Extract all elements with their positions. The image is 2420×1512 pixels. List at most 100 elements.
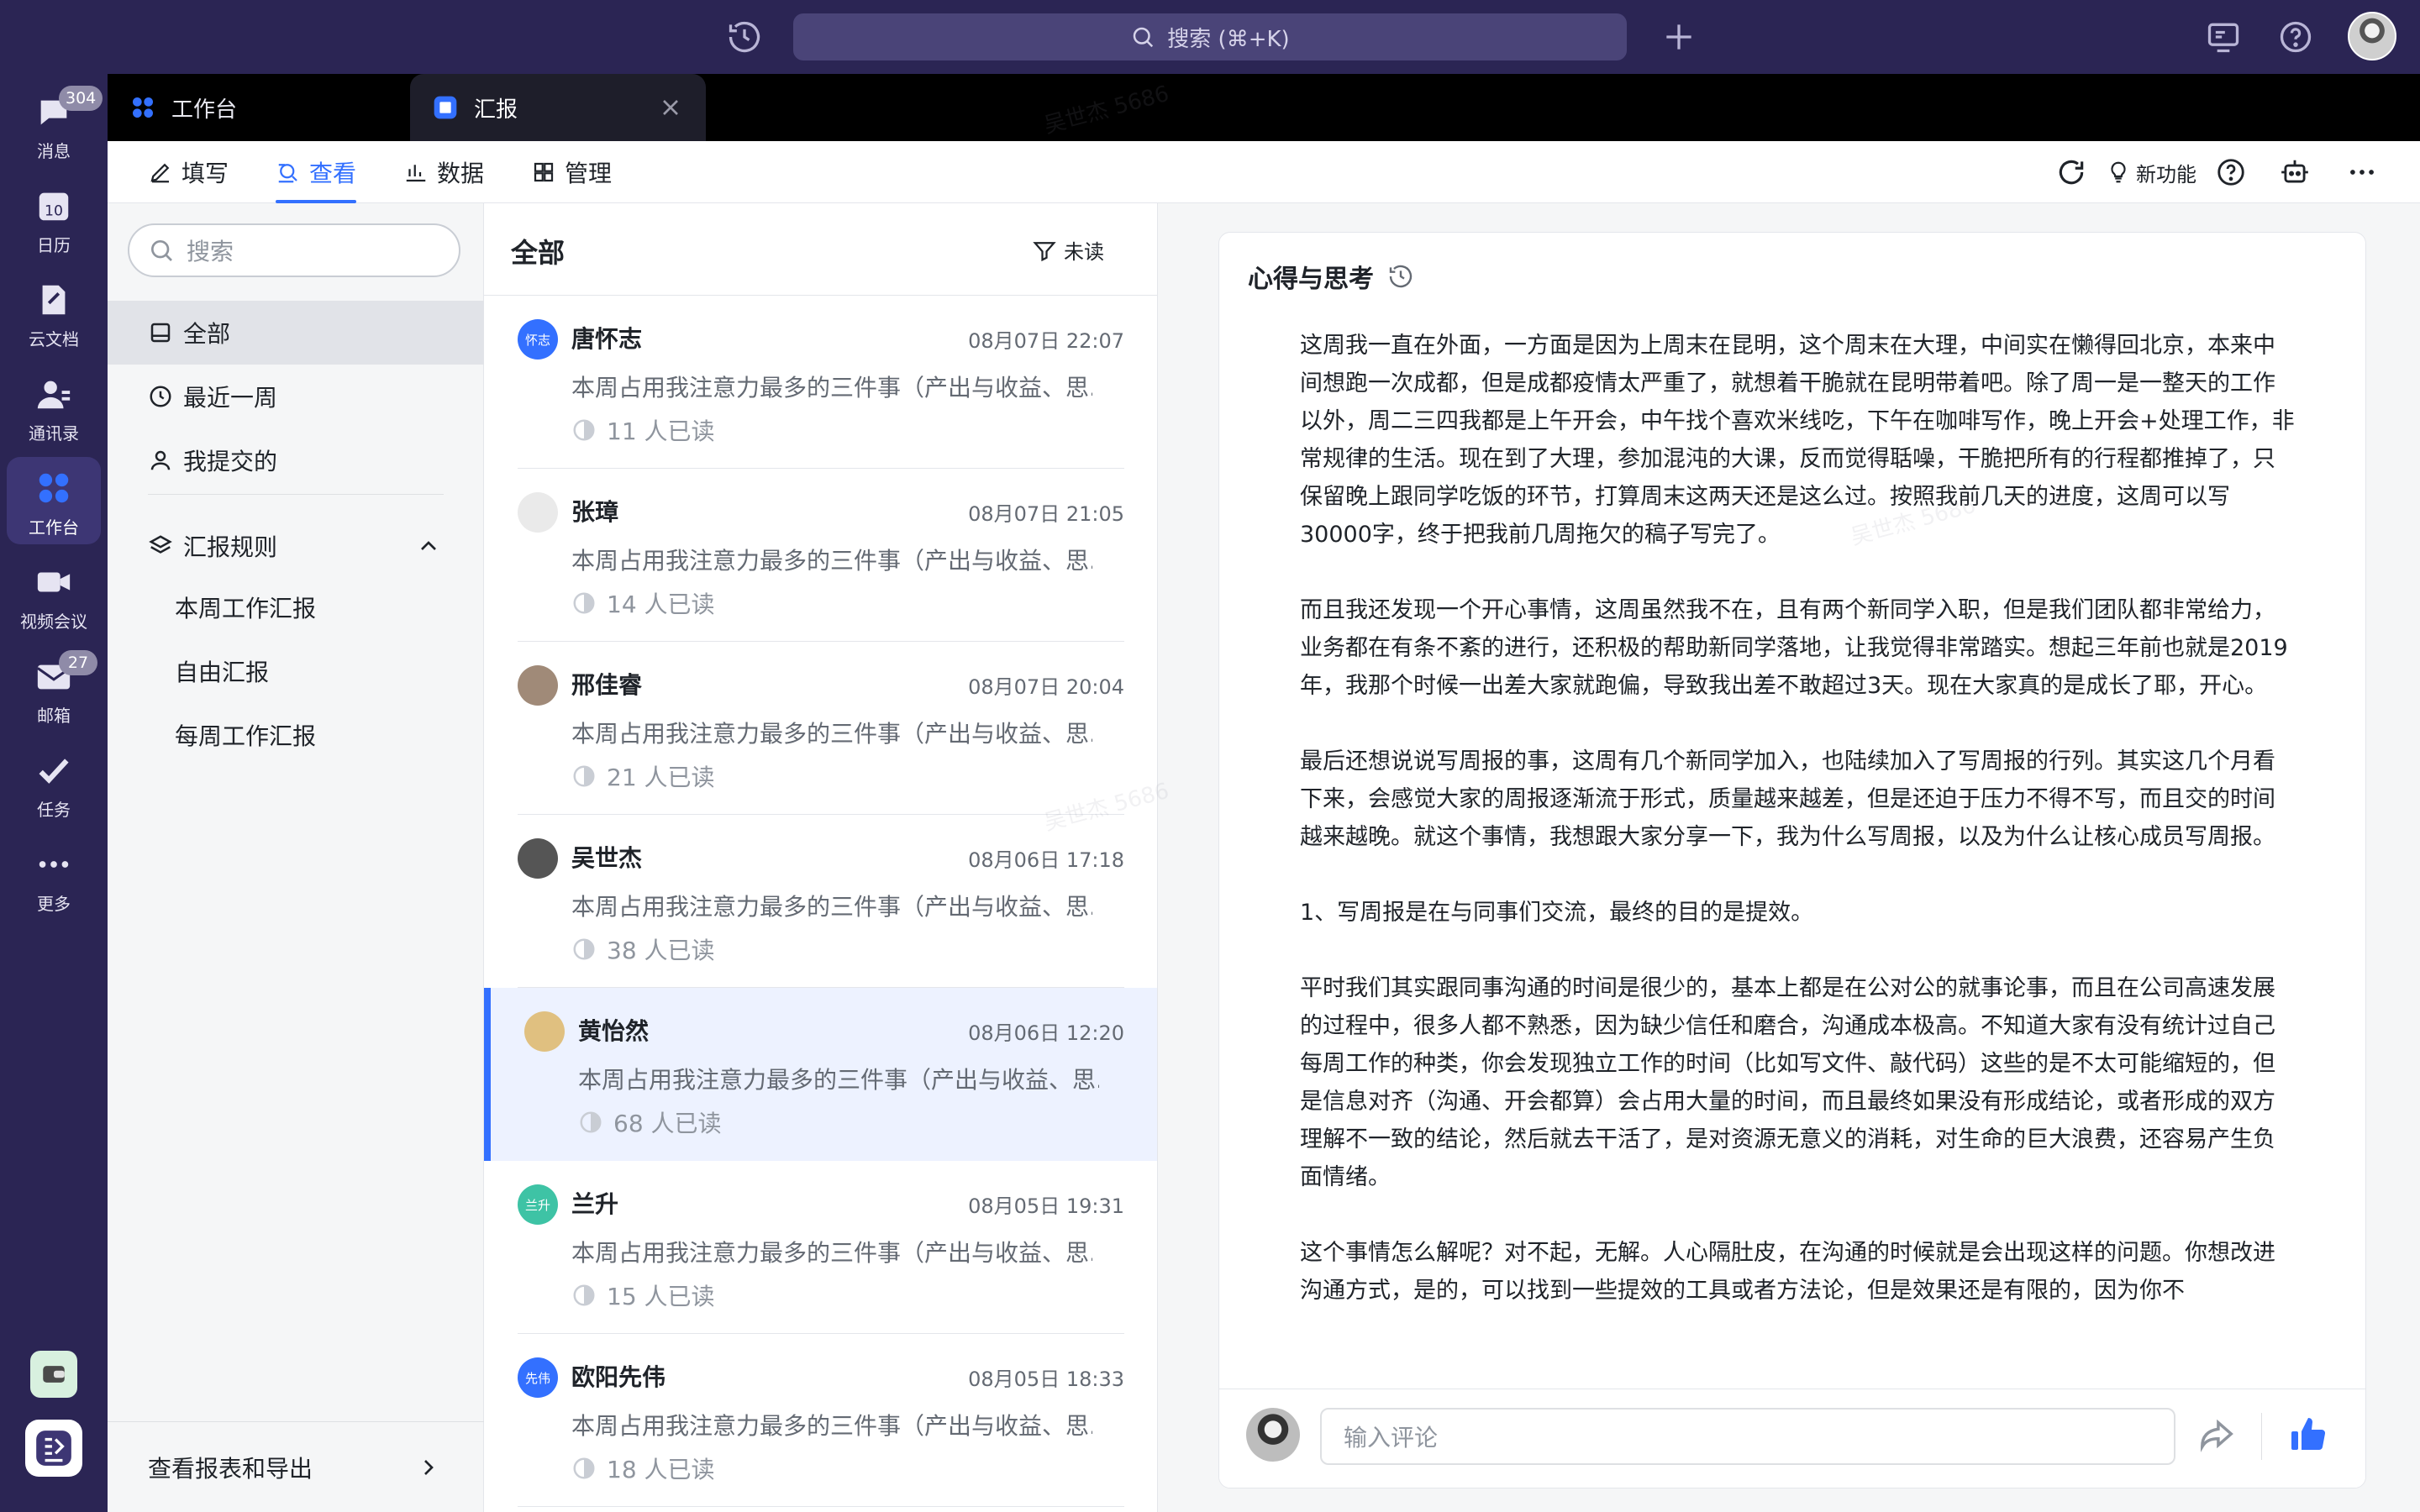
sidebar-item-submitted[interactable]: 我提交的 (108, 428, 484, 492)
global-search-label: 搜索 (⌘+K) (1167, 26, 1290, 52)
close-icon[interactable] (657, 94, 684, 121)
detail-paragraph: 最后还想说说写周报的事，这周有几个新同学加入，也陆续加入了写周报的行列。其实这几… (1300, 748, 2275, 850)
tab-data[interactable]: 数据 (403, 141, 484, 203)
refresh-icon[interactable] (2055, 156, 2087, 188)
chevron-right-icon (424, 1459, 434, 1475)
tab-label: 填写 (182, 160, 229, 187)
contacts-icon (37, 381, 71, 409)
avatar-text: 兰升 (524, 1197, 550, 1213)
current-user-avatar (1246, 1408, 1300, 1462)
lightbulb-icon (2111, 161, 2126, 183)
thumbs-up-icon[interactable] (2288, 1415, 2328, 1455)
report-item[interactable]: 怀志 唐怀志 08月07日 22:07 本周占用我注意力最多的三件事（产出与收益、思.… (484, 296, 1157, 469)
report-summary: 本周占用我注意力最多的三件事（产出与收益、思... (571, 1239, 1092, 1267)
global-search[interactable]: 搜索 (⌘+K) (793, 13, 1627, 60)
sidebar-item-label: 我提交的 (183, 448, 278, 475)
video-camera-icon (37, 572, 71, 592)
rail-item-mail[interactable]: 邮箱 27 (7, 645, 101, 732)
report-item[interactable]: 吴世杰 08月06日 17:18 本周占用我注意力最多的三件事（产出与收益、思...… (484, 815, 1157, 988)
report-author-name: 邢佳睿 (571, 671, 643, 699)
report-author-name: 欧阳先伟 (571, 1363, 666, 1391)
report-author-avatar: 兰升 (518, 1184, 558, 1225)
sidebar-rule-free[interactable]: 自由汇报 (175, 642, 269, 701)
report-item[interactable]: 兰升 兰升 08月05日 19:31 本周占用我注意力最多的三件事（产出与收益、思..… (484, 1161, 1157, 1334)
new-feature-button[interactable]: 新功能 (2106, 156, 2196, 188)
report-item[interactable]: 邢佳睿 08月07日 20:04 本周占用我注意力最多的三件事（产出与收益、思...… (484, 642, 1157, 815)
read-count: 68 人已读 (578, 1105, 722, 1139)
help-icon[interactable] (2277, 18, 2314, 55)
report-author-avatar (524, 1011, 565, 1052)
top-bar: 搜索 (⌘+K) (0, 0, 2420, 74)
list-title: 全部 (511, 237, 566, 269)
rail-item-docs[interactable]: 云文档 (7, 269, 101, 356)
window-tab-bar: 工作台 汇报 (108, 74, 2420, 141)
workplace-icon (39, 473, 69, 503)
inbox-icon (150, 323, 171, 343)
rail-item-contacts[interactable]: 通讯录 (7, 363, 101, 450)
document-icon (42, 285, 66, 315)
more-dots-icon[interactable] (2346, 156, 2378, 188)
sidebar-search-input[interactable]: 搜索 (128, 223, 460, 277)
read-count-text: 18 人已读 (607, 1456, 715, 1483)
read-count: 21 人已读 (571, 759, 715, 793)
wallet-app-icon[interactable] (30, 1351, 77, 1398)
history-icon[interactable] (726, 18, 763, 55)
plus-icon[interactable] (1660, 18, 1697, 55)
sidebar-item-all[interactable]: 全部 (108, 301, 484, 365)
report-author-name: 唐怀志 (571, 325, 643, 353)
rail-item-video-meeting[interactable]: 视频会议 (7, 551, 101, 638)
tab-report[interactable]: 汇报 (410, 74, 706, 141)
footer-label: 查看报表和导出 (148, 1454, 313, 1483)
view-reports-export-button[interactable]: 查看报表和导出 (108, 1421, 484, 1512)
detail-body: 这周我一直在外面，一方面是因为上周末在昆明，这个周末在大理，中间实在懒得回北京，… (1300, 327, 2295, 1375)
report-separator (518, 1506, 1124, 1507)
rail-item-tasks[interactable]: 任务 (7, 739, 101, 827)
tab-manage[interactable]: 管理 (531, 141, 612, 203)
rail-item-more[interactable]: 更多 (7, 833, 101, 921)
unread-filter-button[interactable]: 未读 (1032, 235, 1104, 265)
sidebar-rules-group[interactable]: 汇报规则 (108, 514, 484, 578)
sidebar-item-recent-week[interactable]: 最近一周 (108, 365, 484, 428)
report-author-avatar: 怀志 (518, 319, 558, 360)
read-count: 11 人已读 (571, 413, 715, 447)
help-icon[interactable] (2215, 156, 2247, 188)
report-time: 08月06日 17:18 (968, 848, 1124, 872)
report-item[interactable]: 张璋 08月07日 21:05 本周占用我注意力最多的三件事（产出与收益、思... 1… (484, 469, 1157, 642)
tab-workplace[interactable]: 工作台 (108, 74, 403, 141)
meeting-room-icon[interactable] (2205, 18, 2242, 55)
rail-item-workplace[interactable]: 工作台 (7, 457, 101, 544)
report-item[interactable]: 黄怡然 08月06日 12:20 本周占用我注意力最多的三件事（产出与收益、思...… (484, 988, 1157, 1161)
comment-input[interactable]: 输入评论 (1320, 1408, 2175, 1465)
avatar-text: 先伟 (524, 1370, 550, 1386)
detail-paragraph: 平时我们其实跟同事沟通的时间是很少的，基本上都是在公对公的就事论事，而且在公司高… (1300, 975, 2275, 1190)
rail-label: 消息 (37, 141, 71, 161)
read-progress-icon (573, 592, 595, 614)
tab-label: 查看 (309, 160, 357, 187)
report-icon (434, 96, 457, 119)
rail-item-messages[interactable]: 消息 304 (7, 81, 103, 168)
sidebar-rule-every-week[interactable]: 每周工作汇报 (175, 706, 316, 764)
unread-badge: 304 (59, 86, 103, 111)
report-app-icon[interactable] (25, 1420, 82, 1477)
rail-item-calendar[interactable]: 10 日历 (7, 175, 101, 262)
share-icon[interactable] (2197, 1415, 2236, 1453)
report-item[interactable]: 先伟 欧阳先伟 08月05日 18:33 本周占用我注意力最多的三件事（产出与收益、思… (484, 1334, 1157, 1507)
bot-icon[interactable] (2279, 156, 2311, 188)
chevron-up-icon[interactable] (415, 533, 442, 559)
sidebar-rule-weekly-work[interactable]: 本周工作汇报 (175, 578, 316, 637)
more-dots-icon (39, 861, 69, 868)
rail-label: 工作台 (29, 517, 79, 538)
user-avatar[interactable] (2348, 12, 2396, 60)
report-list-header: 全部 未读 (484, 203, 1157, 296)
calendar-day: 10 (45, 203, 63, 220)
read-progress-icon (573, 1284, 595, 1306)
report-summary: 本周占用我注意力最多的三件事（产出与收益、思... (571, 1412, 1092, 1440)
tab-view[interactable]: 查看 (276, 141, 357, 203)
tab-write[interactable]: 填写 (148, 141, 229, 203)
history-icon[interactable] (1387, 263, 1414, 290)
filter-label: 未读 (1064, 240, 1104, 264)
report-sidebar: 搜索 全部 最近一周 我提交的 汇报规则 本周工作汇报 自由汇报 每周工作汇报 … (108, 203, 484, 1512)
workplace-icon (133, 97, 153, 118)
read-progress-icon (573, 1457, 595, 1479)
bar-chart-icon (406, 165, 426, 182)
